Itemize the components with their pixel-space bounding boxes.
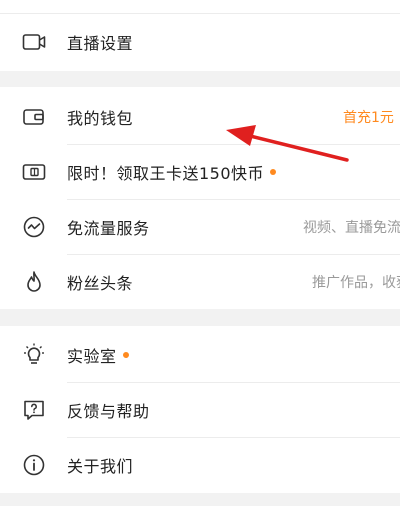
- menu-item-feedback[interactable]: 反馈与帮助: [0, 382, 400, 437]
- flame-icon: [21, 269, 47, 295]
- menu-item-king-card[interactable]: 限时！领取王卡送150快币: [0, 144, 400, 199]
- free-data-label: 免流量服务: [67, 218, 150, 238]
- feedback-label: 反馈与帮助: [67, 401, 150, 421]
- live-settings-label: 直播设置: [67, 33, 134, 53]
- wallet-promo-text: 首充1元: [343, 109, 394, 126]
- info-icon: [21, 452, 47, 478]
- fans-headline-label: 粉丝头条: [67, 273, 134, 293]
- menu-item-live-settings[interactable]: 直播设置: [0, 14, 400, 69]
- settings-group-top: 直播设置: [0, 0, 400, 71]
- wallet-icon: [21, 104, 47, 130]
- notification-dot: [270, 169, 277, 175]
- lab-label: 实验室: [67, 343, 129, 367]
- settings-group-about: 实验室 反馈与帮助 关于我们: [0, 326, 400, 493]
- menu-item-about[interactable]: 关于我们: [0, 437, 400, 492]
- video-camera-icon: [21, 29, 47, 55]
- sim-card-icon: [21, 159, 47, 185]
- about-label: 关于我们: [67, 456, 134, 476]
- free-data-desc: 视频、直播免流: [303, 219, 400, 236]
- lab-text: 实验室: [67, 346, 117, 366]
- wave-circle-icon: [21, 214, 47, 240]
- fans-headline-desc: 推广作品，收获粉丝: [312, 274, 400, 291]
- menu-item-wallet[interactable]: 我的钱包 首充1元: [0, 89, 400, 144]
- king-card-label: 限时！领取王卡送150快币: [67, 160, 277, 184]
- bulb-icon: [21, 342, 47, 368]
- menu-item-fans-headline[interactable]: 粉丝头条 推广作品，收获粉丝: [0, 254, 400, 309]
- notification-dot: [122, 352, 129, 358]
- question-chat-icon: [21, 397, 47, 423]
- menu-item-lab[interactable]: 实验室: [0, 327, 400, 382]
- king-card-text: 限时！领取王卡送150快币: [67, 163, 265, 183]
- wallet-label: 我的钱包: [67, 108, 134, 128]
- menu-item-free-data[interactable]: 免流量服务 视频、直播免流: [0, 199, 400, 254]
- settings-group-services: 我的钱包 首充1元 限时！领取王卡送150快币 免流量服务 视频、直播免流 粉丝…: [0, 87, 400, 309]
